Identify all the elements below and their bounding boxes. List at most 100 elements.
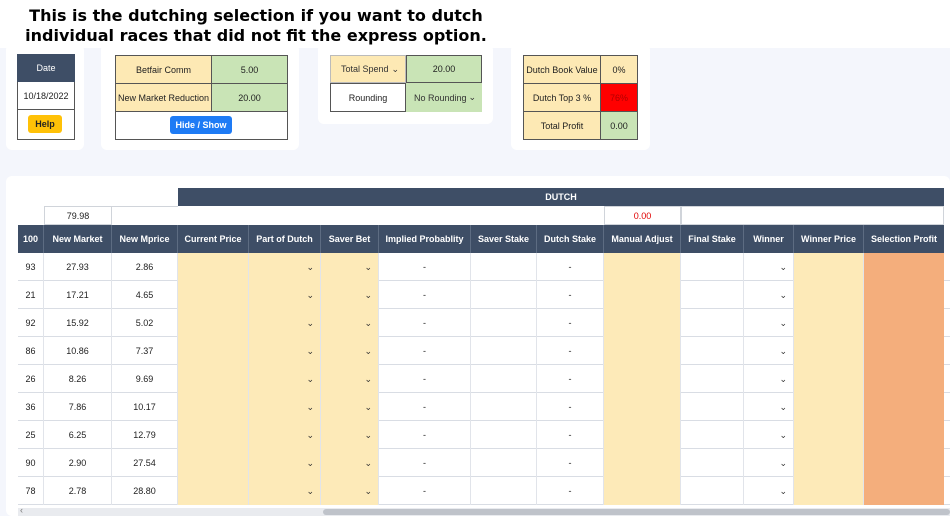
cell-saver-bet[interactable]: ⌄: [321, 393, 379, 421]
cell-part-of-dutch[interactable]: ⌄: [249, 337, 321, 365]
spend-card: Total Spend ⌄ 20.00 Rounding No Rounding…: [318, 44, 493, 124]
table-row: 93 27.93 2.86 ⌄ ⌄ - - ⌄: [18, 253, 950, 281]
cell-current-price[interactable]: [178, 449, 249, 477]
cell-saver-bet[interactable]: ⌄: [321, 253, 379, 281]
cell-new-mprice: 27.54: [112, 449, 178, 477]
cell-winner-price[interactable]: [794, 393, 864, 421]
chevron-down-icon: ⌄: [364, 401, 372, 412]
chevron-down-icon: ⌄: [468, 92, 476, 102]
cell-current-price[interactable]: [178, 253, 249, 281]
cell-winner[interactable]: ⌄: [744, 477, 794, 505]
chevron-left-icon[interactable]: ‹: [20, 505, 23, 515]
cell-winner[interactable]: ⌄: [744, 365, 794, 393]
cell-winner-price[interactable]: [794, 281, 864, 309]
col-header-winner: Winner: [744, 225, 794, 253]
chevron-down-icon: ⌄: [306, 289, 314, 300]
cell-saver-bet[interactable]: ⌄: [321, 421, 379, 449]
scrollbar-thumb[interactable]: [323, 509, 950, 515]
cell-new-mprice: 12.79: [112, 421, 178, 449]
cell-winner[interactable]: ⌄: [744, 281, 794, 309]
cell-winner[interactable]: ⌄: [744, 421, 794, 449]
summary-new-market: 79.98: [44, 206, 112, 225]
cell-manual-adjust[interactable]: [604, 337, 681, 365]
chevron-down-icon: ⌄: [306, 485, 314, 496]
cell-current-price[interactable]: [178, 281, 249, 309]
cell-final-stake: [681, 477, 744, 505]
new-market-reduction-label: New Market Reduction: [115, 83, 212, 112]
cell-col-100: 21: [18, 281, 44, 309]
cell-selection-profit: [864, 365, 944, 393]
cell-winner-price[interactable]: [794, 337, 864, 365]
cell-part-of-dutch[interactable]: ⌄: [249, 365, 321, 393]
cell-manual-adjust[interactable]: [604, 365, 681, 393]
cell-saver-bet[interactable]: ⌄: [321, 337, 379, 365]
cell-saver-bet[interactable]: ⌄: [321, 365, 379, 393]
cell-winner[interactable]: ⌄: [744, 253, 794, 281]
cell-implied-probablity: -: [379, 365, 471, 393]
cell-part-of-dutch[interactable]: ⌄: [249, 449, 321, 477]
cell-winner-price[interactable]: [794, 421, 864, 449]
cell-current-price[interactable]: [178, 309, 249, 337]
col-header-saver-stake: Saver Stake: [471, 225, 537, 253]
cell-part-of-dutch[interactable]: ⌄: [249, 477, 321, 505]
cell-final-stake: [681, 365, 744, 393]
cell-selection-profit: [864, 281, 944, 309]
cell-part-of-dutch[interactable]: ⌄: [249, 421, 321, 449]
cell-col-100: 36: [18, 393, 44, 421]
chevron-down-icon: ⌄: [306, 457, 314, 468]
cell-part-of-dutch[interactable]: ⌄: [249, 253, 321, 281]
cell-final-stake: [681, 253, 744, 281]
cell-new-market: 2.78: [44, 477, 112, 505]
cell-winner[interactable]: ⌄: [744, 337, 794, 365]
cell-current-price[interactable]: [178, 365, 249, 393]
cell-implied-probablity: -: [379, 477, 471, 505]
col-header-part-of-dutch: Part of Dutch: [249, 225, 321, 253]
cell-winner[interactable]: ⌄: [744, 309, 794, 337]
horizontal-scrollbar[interactable]: ‹: [18, 505, 950, 516]
cell-saver-bet[interactable]: ⌄: [321, 281, 379, 309]
hide-show-button[interactable]: Hide / Show: [170, 116, 232, 134]
cell-selection-profit: [864, 337, 944, 365]
cell-winner-price[interactable]: [794, 477, 864, 505]
new-market-reduction-input[interactable]: 20.00: [211, 83, 288, 112]
cell-current-price[interactable]: [178, 421, 249, 449]
total-spend-select[interactable]: Total Spend ⌄: [330, 55, 406, 83]
cell-part-of-dutch[interactable]: ⌄: [249, 281, 321, 309]
cell-saver-bet[interactable]: ⌄: [321, 477, 379, 505]
cell-saver-stake: [471, 337, 537, 365]
cell-winner-price[interactable]: [794, 365, 864, 393]
total-spend-input[interactable]: 20.00: [406, 55, 482, 83]
cell-manual-adjust[interactable]: [604, 393, 681, 421]
cell-current-price[interactable]: [178, 337, 249, 365]
cell-winner[interactable]: ⌄: [744, 449, 794, 477]
chevron-down-icon: ⌄: [779, 457, 787, 468]
cell-winner-price[interactable]: [794, 449, 864, 477]
cell-winner[interactable]: ⌄: [744, 393, 794, 421]
rounding-select[interactable]: No Rounding ⌄: [406, 83, 482, 112]
date-value[interactable]: 10/18/2022: [17, 82, 75, 110]
cell-col-100: 93: [18, 253, 44, 281]
cell-dutch-stake: -: [537, 393, 604, 421]
help-button[interactable]: Help: [28, 115, 62, 133]
cell-saver-bet[interactable]: ⌄: [321, 309, 379, 337]
cell-selection-profit: [864, 393, 944, 421]
cell-part-of-dutch[interactable]: ⌄: [249, 393, 321, 421]
cell-part-of-dutch[interactable]: ⌄: [249, 309, 321, 337]
cell-manual-adjust[interactable]: [604, 281, 681, 309]
col-header-new-mprice: New Mprice: [112, 225, 178, 253]
cell-current-price[interactable]: [178, 477, 249, 505]
cell-manual-adjust[interactable]: [604, 449, 681, 477]
col-header-winner-price: Winner Price: [794, 225, 864, 253]
cell-saver-bet[interactable]: ⌄: [321, 449, 379, 477]
cell-col-100: 78: [18, 477, 44, 505]
cell-col-100: 92: [18, 309, 44, 337]
chevron-down-icon: ⌄: [306, 317, 314, 328]
cell-manual-adjust[interactable]: [604, 309, 681, 337]
cell-winner-price[interactable]: [794, 253, 864, 281]
betfair-comm-input[interactable]: 5.00: [211, 55, 288, 84]
cell-winner-price[interactable]: [794, 309, 864, 337]
cell-manual-adjust[interactable]: [604, 253, 681, 281]
cell-manual-adjust[interactable]: [604, 421, 681, 449]
cell-current-price[interactable]: [178, 393, 249, 421]
cell-manual-adjust[interactable]: [604, 477, 681, 505]
